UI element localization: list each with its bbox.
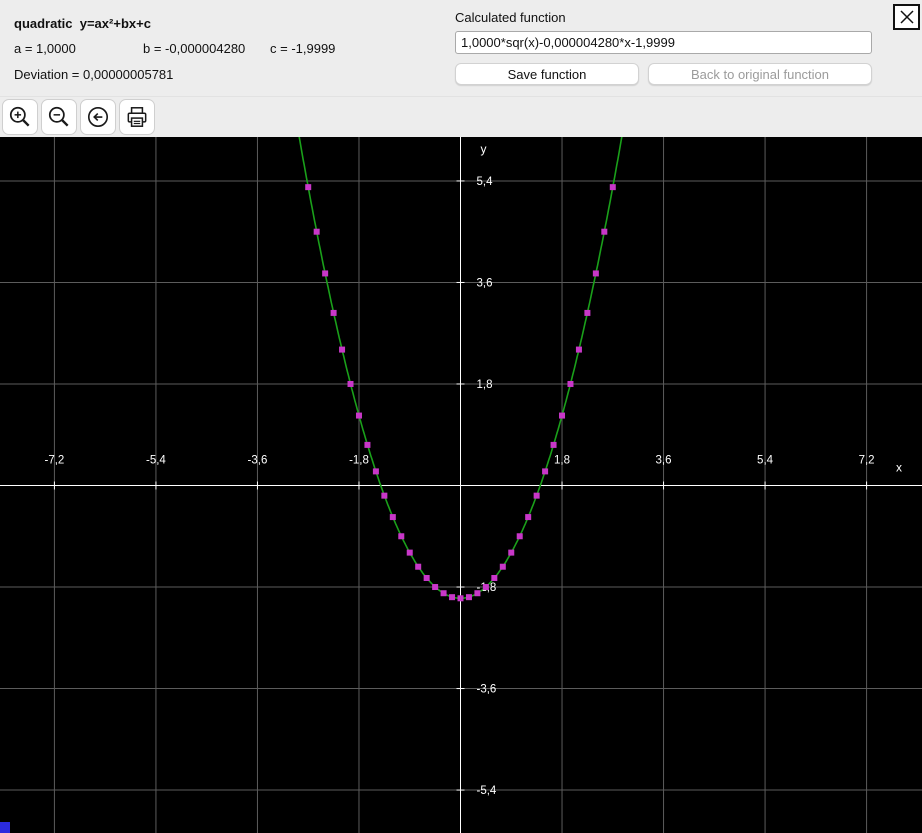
data-point — [500, 564, 506, 570]
y-axis-title: y — [481, 142, 487, 156]
app-window: quadratic y=ax²+bx+c a = 1,0000b = -0,00… — [0, 0, 922, 833]
data-point — [576, 347, 582, 353]
zoom-out-button[interactable] — [41, 99, 77, 135]
x-tick-label: -7,2 — [45, 455, 65, 467]
x-tick-label: 1,8 — [554, 455, 570, 467]
function-input[interactable] — [455, 31, 872, 54]
data-point — [491, 575, 497, 581]
data-point — [322, 270, 328, 276]
data-point — [593, 270, 599, 276]
data-point — [534, 493, 540, 499]
data-point — [339, 347, 345, 353]
calculated-function-label: Calculated function — [455, 10, 872, 25]
back-button[interactable] — [80, 99, 116, 135]
x-tick-label: -1,8 — [349, 455, 369, 467]
y-tick-label: -5,4 — [477, 785, 497, 797]
data-point — [483, 584, 489, 590]
fit-info: quadratic y=ax²+bx+c a = 1,0000b = -0,00… — [14, 16, 335, 82]
data-point — [407, 550, 413, 556]
save-function-button[interactable]: Save function — [455, 63, 639, 85]
data-point — [458, 595, 464, 601]
data-point — [474, 590, 480, 596]
y-tick-label: 1,8 — [477, 379, 493, 391]
data-point — [381, 493, 387, 499]
data-point — [415, 564, 421, 570]
plot-area: -7,2-5,4-3,6-1,81,83,65,47,25,43,61,8-1,… — [0, 137, 922, 833]
y-tick-label: 5,4 — [477, 176, 494, 188]
data-point — [601, 229, 607, 235]
data-point — [364, 442, 370, 448]
data-point — [584, 310, 590, 316]
calculated-function-panel: Calculated function Save function Back t… — [455, 10, 872, 85]
x-tick-label: 7,2 — [859, 455, 875, 467]
data-point — [305, 184, 311, 190]
x-tick-label: 3,6 — [656, 455, 672, 467]
corner-marker — [0, 822, 10, 833]
back-to-original-button[interactable]: Back to original function — [648, 63, 872, 85]
plot-toolbar — [0, 96, 922, 137]
data-point — [331, 310, 337, 316]
x-axis-title: x — [896, 461, 902, 475]
data-point — [314, 229, 320, 235]
back-arrow-icon — [85, 104, 111, 130]
data-point — [559, 413, 565, 419]
data-point — [466, 594, 472, 600]
data-point — [542, 468, 548, 474]
y-tick-label: -3,6 — [477, 684, 497, 696]
x-tick-label: -5,4 — [146, 455, 166, 467]
data-point — [348, 381, 354, 387]
fit-parameters: a = 1,0000b = -0,000004280c = -1,9999 — [14, 41, 335, 56]
param-a: a = 1,0000 — [14, 41, 143, 56]
print-button[interactable] — [119, 99, 155, 135]
x-tick-label: 5,4 — [757, 455, 774, 467]
data-point — [517, 533, 523, 539]
data-point — [567, 381, 573, 387]
data-point — [508, 550, 514, 556]
plot-canvas[interactable]: -7,2-5,4-3,6-1,81,83,65,47,25,43,61,8-1,… — [0, 137, 922, 833]
fit-results-panel: quadratic y=ax²+bx+c a = 1,0000b = -0,00… — [0, 0, 922, 96]
data-point — [525, 514, 531, 520]
data-point — [449, 594, 455, 600]
data-point — [398, 533, 404, 539]
function-buttons: Save function Back to original function — [455, 63, 872, 85]
zoom-in-button[interactable] — [2, 99, 38, 135]
y-tick-label: 3,6 — [477, 277, 493, 289]
param-b: b = -0,000004280 — [143, 41, 270, 56]
data-point — [432, 584, 438, 590]
print-icon — [124, 104, 150, 130]
data-point — [356, 413, 362, 419]
zoom-in-icon — [7, 104, 33, 130]
data-point — [373, 468, 379, 474]
close-button[interactable] — [893, 4, 920, 30]
data-point — [551, 442, 557, 448]
data-point — [424, 575, 430, 581]
deviation-value: Deviation = 0,00000005781 — [14, 67, 335, 82]
param-c: c = -1,9999 — [270, 41, 335, 56]
zoom-out-icon — [46, 104, 72, 130]
x-tick-label: -3,6 — [248, 455, 268, 467]
close-icon — [897, 7, 917, 27]
data-point — [441, 590, 447, 596]
data-point — [610, 184, 616, 190]
model-title: quadratic y=ax²+bx+c — [14, 16, 335, 31]
data-point — [390, 514, 396, 520]
